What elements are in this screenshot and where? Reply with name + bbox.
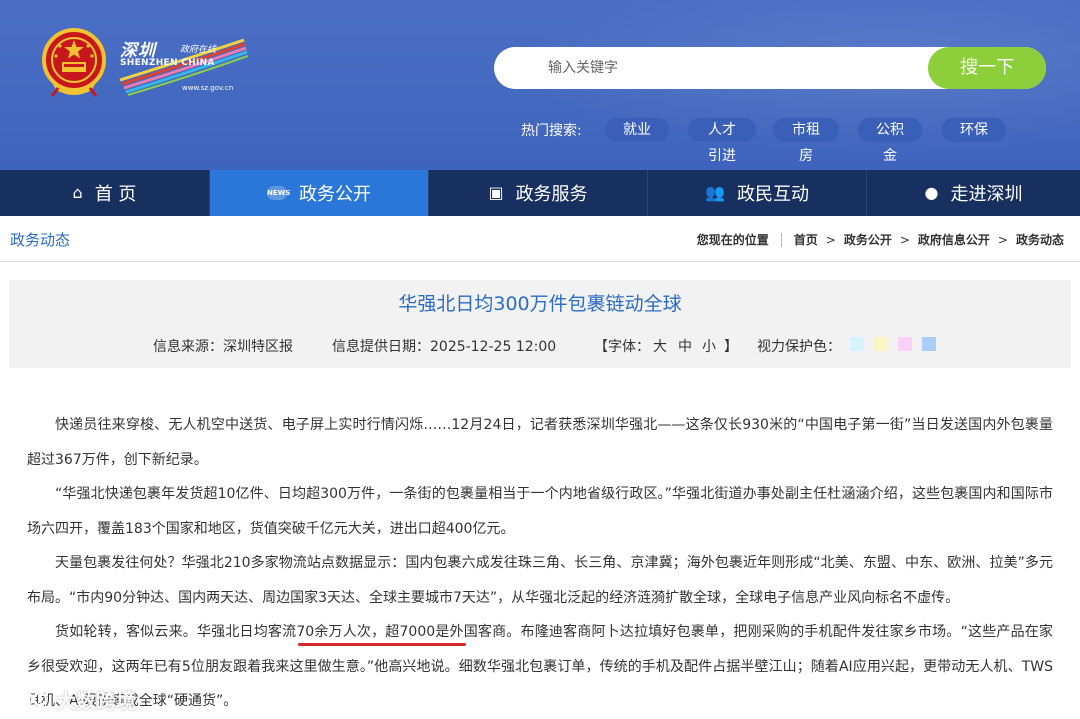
breadcrumb-item-home[interactable]: 首页 [794, 231, 818, 248]
watermark: 大数跨境 [6, 684, 136, 714]
article-title: 华强北日均300万件包裹链动全球 [398, 293, 682, 315]
font-size-bracket: 】 [724, 339, 738, 355]
watermark-text: 大数跨境 [56, 688, 136, 713]
article-source: 信息来源：深圳特区报 [153, 339, 293, 355]
breadcrumb-item-info-disclosure[interactable]: 政府信息公开 [918, 231, 990, 248]
search-button[interactable]: 搜一下 [928, 47, 1046, 89]
hot-search-item[interactable]: 人才引进 [687, 117, 757, 164]
hot-search-label: 热门搜索: [521, 123, 582, 139]
article-paragraph: “华强北快递包裹年发货超10亿件、日均超300万件，一条街的包裹量相当于一个内地… [27, 486, 1053, 537]
watermark-logo-icon [8, 691, 48, 707]
search-input[interactable] [548, 47, 928, 89]
breadcrumb-item-news[interactable]: 政务动态 [1016, 231, 1064, 248]
hot-search-item[interactable]: 公积金 [857, 117, 923, 164]
hot-search-item[interactable]: 市租房 [772, 117, 840, 164]
nav-item-label: 政务公开 [299, 184, 371, 205]
nav-item-interaction[interactable]: 👥 政民互动 [648, 170, 867, 216]
logo-tagline: 政府在线 [180, 45, 217, 55]
home-icon: ⌂ [72, 183, 83, 202]
eye-protection-label: 视力保护色： [757, 339, 841, 355]
nav-item-government-affairs[interactable]: NEWS 政务公开 [210, 170, 429, 216]
font-size-medium[interactable]: 中 [678, 336, 692, 356]
breadcrumb: 您现在的位置 首页 > 政务公开 > 政府信息公开 > 政务动态 [697, 231, 1064, 248]
nav-item-label: 走进深圳 [950, 184, 1023, 205]
national-emblem-icon[interactable] [38, 24, 110, 100]
nav-item-label: 政民互动 [736, 184, 809, 205]
main-nav: ⌂ 首 页 NEWS 政务公开 ▣ 政务服务 👥 政民互动 ● 走进深圳 [0, 170, 1080, 216]
search-box: 搜一下 [494, 47, 1046, 89]
breadcrumb-separator: > [899, 232, 910, 247]
nav-item-about-shenzhen[interactable]: ● 走进深圳 [867, 170, 1080, 216]
font-size-large[interactable]: 大 [653, 336, 667, 356]
nav-item-home[interactable]: ⌂ 首 页 [0, 170, 210, 216]
chat-icon: ● [924, 183, 939, 202]
eye-color-swatch[interactable] [874, 337, 888, 351]
nav-item-label: 政务服务 [515, 184, 588, 205]
site-header: 深圳 政府在线 SHENZHEN CHINA www.sz.gov.cn 搜一下… [0, 0, 1080, 170]
article-header: 华强北日均300万件包裹链动全球 信息来源：深圳特区报 信息提供日期：2025-… [9, 280, 1071, 368]
nav-item-services[interactable]: ▣ 政务服务 [429, 170, 648, 216]
article-paragraph: 货如轮转，客似云来。华强北日均客流70余万人次，超7000是外国客商。布隆迪客商… [27, 624, 1053, 709]
hot-search-item[interactable]: 就业 [604, 117, 670, 143]
article-body: 快递员往来穿梭、无人机空中送货、电子屏上实时行情闪烁……12月24日，记者获悉深… [27, 408, 1053, 719]
breadcrumb-bar: 政务动态 您现在的位置 首页 > 政务公开 > 政府信息公开 > 政务动态 [0, 216, 1080, 262]
article-date: 信息提供日期：2025-12-25 12:00 [332, 339, 557, 355]
logo-url: www.sz.gov.cn [182, 84, 234, 92]
section-title: 政务动态 [10, 231, 71, 249]
people-icon: 👥 [705, 183, 725, 202]
article-paragraph: 天量包裹发往何处？华强北210多家物流站点数据显示：国内包裹六成发往珠三角、长三… [27, 555, 1053, 606]
breadcrumb-item-affairs[interactable]: 政务公开 [844, 231, 892, 248]
shenzhen-logo[interactable]: 深圳 政府在线 SHENZHEN CHINA www.sz.gov.cn [118, 36, 248, 96]
eye-color-swatch[interactable] [922, 337, 936, 351]
nav-item-label: 首 页 [94, 184, 137, 205]
breadcrumb-separator: > [825, 232, 836, 247]
article-paragraph: 快递员往来穿梭、无人机空中送货、电子屏上实时行情闪烁……12月24日，记者获悉深… [27, 417, 1053, 468]
highlight-underline [298, 643, 466, 646]
news-icon: NEWS [267, 186, 290, 200]
eye-color-swatch[interactable] [898, 337, 912, 351]
hot-search-item[interactable]: 环保 [941, 117, 1007, 143]
logo-english-text: SHENZHEN CHINA [120, 58, 215, 68]
eye-color-swatch[interactable] [850, 337, 864, 351]
breadcrumb-location-label: 您现在的位置 [696, 233, 769, 247]
monitor-icon: ▣ [488, 183, 504, 202]
font-size-small[interactable]: 小 [702, 336, 716, 356]
font-size-label: 【字体： [594, 339, 650, 355]
breadcrumb-separator: > [997, 232, 1008, 247]
